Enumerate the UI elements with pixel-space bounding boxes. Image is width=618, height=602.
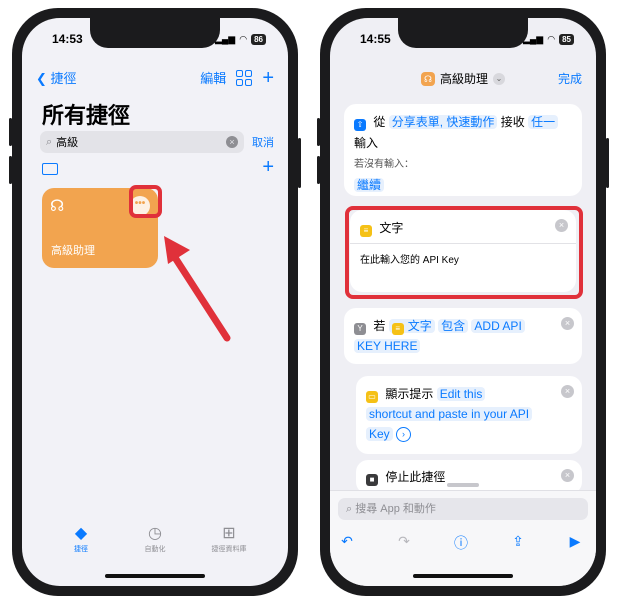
play-icon[interactable]: ▶ [564,533,586,553]
variable-token-label: 文字 [407,319,432,333]
shortcut-title: 高級助理 [439,72,488,86]
value-token-line1[interactable]: ADD API [471,319,525,333]
layers-icon: ◆ [74,525,88,542]
text-icon: ≡ [391,323,404,335]
value-token-line2[interactable]: KEY HERE [354,339,421,353]
tab-bar: ◆ 捷徑 ◷ 自動化 ⊞ 捷徑資料庫 [22,524,288,564]
brain-icon: ☊ [420,71,435,86]
variable-token[interactable]: ≡ 文字 [388,319,435,335]
volume-up-button [9,118,12,146]
done-button[interactable]: 完成 [558,70,582,87]
fallback-token[interactable]: 繼續 [354,178,385,192]
tab-label: 捷徑資料庫 [211,546,247,553]
undo-icon[interactable]: ↶ [336,533,358,553]
search-icon: ⌕ [346,503,353,515]
left-phone-frame: 14:53 ▂▄▆ ◠ 86 ❮ 捷徑 編輯 + 所有捷徑 ⌕ 高級 × 取消 … [9,8,301,596]
receive-action-card[interactable]: ⇧ 從 分享表單, 快速動作 接收 任一 輸入 若沒有輸入： 繼續 [344,104,582,196]
status-icons: ▂▄▆ ◠ 85 [523,34,574,45]
right-screen: 14:55 ▂▄▆ ◠ 85 ☊ 高級助理 ⌄ 完成 ⇧ 從 分享表單, 快速動… [330,18,596,586]
tab-automation[interactable]: ◷ 自動化 [125,524,185,564]
left-screen: 14:53 ▂▄▆ ◠ 86 ❮ 捷徑 編輯 + 所有捷徑 ⌕ 高級 × 取消 … [22,18,288,586]
notch [398,18,528,48]
alert-message-line2[interactable]: shortcut and paste in your API [366,407,533,421]
home-indicator [413,574,513,578]
stop-title: 停止此捷徑 [385,470,446,484]
volume-down-button [317,156,320,184]
gallery-plus-icon: ⊞ [222,525,236,542]
alert-icon: ▭ [366,391,378,403]
chevron-down-icon: ⌄ [493,72,505,85]
from-label: 從 [373,115,386,129]
tab-shortcuts[interactable]: ◆ 捷徑 [51,524,111,564]
remove-action-icon[interactable]: × [561,317,574,330]
if-icon: Y [354,323,366,335]
alert-message-line1[interactable]: Edit this [436,387,486,401]
remove-action-icon[interactable]: × [561,469,574,482]
clock-icon: ◷ [148,525,162,542]
volume-up-button [317,118,320,146]
condition-token[interactable]: 包含 [438,319,469,333]
tab-label: 捷徑 [74,546,88,553]
if-label: 若 [373,319,386,333]
notch [90,18,220,48]
input-type-token[interactable]: 任一 [528,115,559,129]
stop-action-card[interactable]: ■ 停止此捷徑 × [356,460,582,494]
alert-message-line3[interactable]: Key [366,427,393,441]
power-button [298,138,301,188]
chevron-right-icon[interactable]: › [396,427,412,442]
if-no-input-label: 若沒有輸入： [354,159,414,170]
action-search-input[interactable]: ⌕ 搜尋 App 和動作 [338,498,588,520]
share-sheet-icon: ⇧ [354,119,366,131]
tab-label: 自動化 [144,546,166,553]
panel-grabber[interactable] [447,483,479,487]
if-action-card[interactable]: Y 若 ≡ 文字 包含 ADD API KEY HERE × [344,308,582,364]
right-phone-frame: 14:55 ▂▄▆ ◠ 85 ☊ 高級助理 ⌄ 完成 ⇧ 從 分享表單, 快速動… [317,8,609,596]
tab-gallery[interactable]: ⊞ 捷徑資料庫 [199,524,259,564]
home-indicator [105,574,205,578]
remove-action-icon[interactable]: × [561,385,574,398]
alert-title: 顯示提示 [385,387,434,401]
shortcut-title-menu[interactable]: ☊ 高級助理 ⌄ [330,70,596,87]
power-button [606,138,609,188]
wifi-icon: ◠ [547,34,556,44]
annotation-highlight-box [345,206,583,299]
battery-icon: 85 [559,34,574,45]
annotation-arrow [164,236,231,342]
input-label: 輸入 [354,136,379,150]
alert-action-card[interactable]: ▭ 顯示提示 Edit this shortcut and paste in y… [356,376,582,454]
actions-panel: ⌕ 搜尋 App 和動作 ↶ ↷ ⓘ ⇪ ▶ [330,483,596,586]
receive-label: 接收 [500,115,525,129]
volume-down-button [9,156,12,184]
share-icon[interactable]: ⇪ [507,533,529,553]
redo-icon[interactable]: ↷ [393,533,415,553]
status-time: 14:55 [360,32,391,46]
stop-icon: ■ [366,474,378,486]
editor-toolbar: ↶ ↷ ⓘ ⇪ ▶ [336,533,586,553]
search-placeholder: 搜尋 App 和動作 [355,503,436,515]
info-icon[interactable]: ⓘ [450,533,472,553]
editor-nav-bar: ☊ 高級助理 ⌄ 完成 [330,68,596,92]
source-token[interactable]: 分享表單, 快速動作 [388,115,498,129]
